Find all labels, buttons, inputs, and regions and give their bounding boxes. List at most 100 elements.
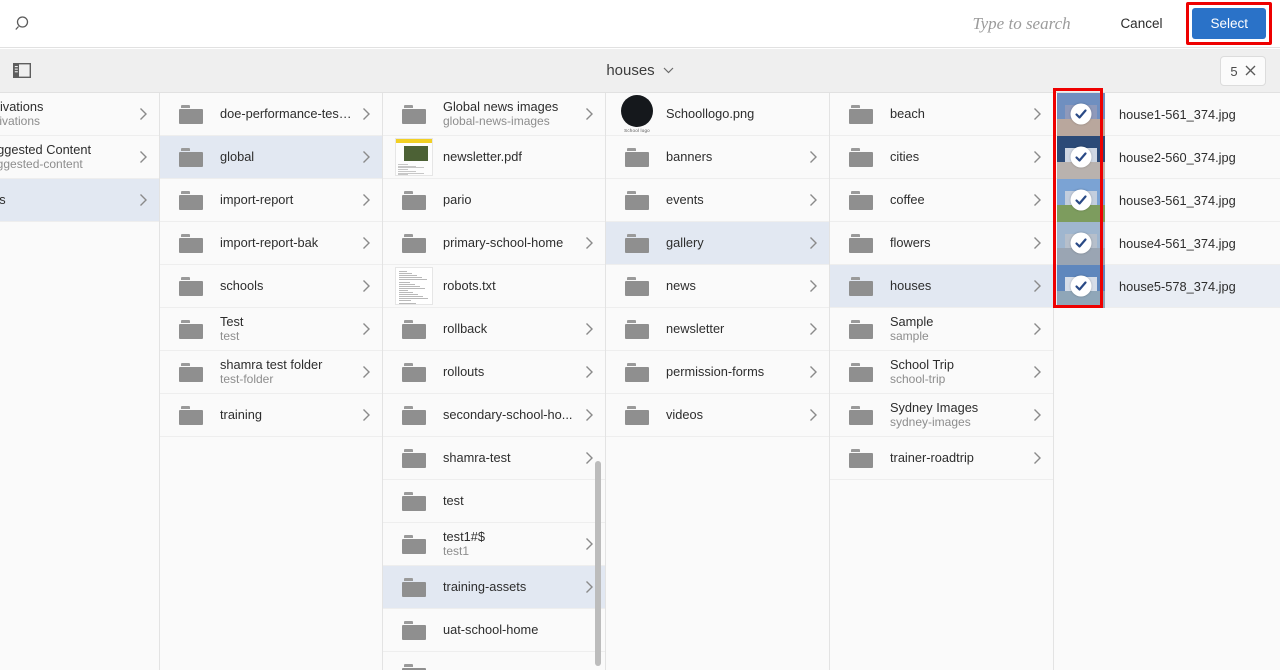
expand-chevron[interactable] bbox=[805, 193, 821, 207]
list-item[interactable]: robots.txt bbox=[383, 265, 605, 308]
list-item[interactable]: schools bbox=[160, 265, 382, 308]
list-item[interactable]: coffee bbox=[830, 179, 1053, 222]
asset-thumbnail[interactable] bbox=[1057, 135, 1105, 179]
check-icon[interactable] bbox=[1070, 275, 1092, 297]
list-item[interactable]: newsletter.pdf bbox=[383, 136, 605, 179]
expand-chevron[interactable] bbox=[358, 365, 374, 379]
asset-thumbnail[interactable] bbox=[1057, 178, 1105, 222]
list-item[interactable]: uggested Contentuggested-content bbox=[0, 136, 159, 179]
list-item[interactable]: newsletter bbox=[606, 308, 829, 351]
expand-chevron[interactable] bbox=[1029, 193, 1045, 207]
expand-chevron[interactable] bbox=[805, 236, 821, 250]
list-item[interactable]: secondary-school-ho... bbox=[383, 394, 605, 437]
list-item[interactable]: School Trip school-trip bbox=[830, 351, 1053, 394]
list-item[interactable]: test1#$ test1 bbox=[383, 523, 605, 566]
list-item[interactable]: ctivationsctivations bbox=[0, 93, 159, 136]
asset-thumbnail[interactable] bbox=[1057, 93, 1105, 136]
expand-chevron[interactable] bbox=[1029, 107, 1045, 121]
column-1[interactable]: ctivationsctivations uggested Contentugge… bbox=[0, 93, 160, 670]
check-icon[interactable] bbox=[1070, 103, 1092, 125]
list-item[interactable]: global bbox=[160, 136, 382, 179]
asset-list-item[interactable]: house3-561_374.jpg bbox=[1054, 178, 1280, 222]
expand-chevron[interactable] bbox=[805, 150, 821, 164]
list-item[interactable]: doe-performance-testing bbox=[160, 93, 382, 136]
list-item[interactable]: import-report-bak bbox=[160, 222, 382, 265]
list-item[interactable]: gallery bbox=[606, 222, 829, 265]
close-icon[interactable] bbox=[1245, 65, 1256, 78]
column-4[interactable]: School logo Schoollogo.png banners events ga… bbox=[606, 93, 830, 670]
list-item[interactable]: Sample sample bbox=[830, 308, 1053, 351]
expand-chevron[interactable] bbox=[358, 408, 374, 422]
expand-chevron[interactable] bbox=[805, 408, 821, 422]
expand-chevron[interactable] bbox=[1029, 451, 1045, 465]
expand-chevron[interactable] bbox=[581, 408, 597, 422]
column-5[interactable]: beach cities coffee flowers houses Sample samp… bbox=[830, 93, 1054, 670]
search-icon[interactable] bbox=[0, 0, 48, 48]
asset-list-item[interactable]: house4-561_374.jpg bbox=[1054, 221, 1280, 265]
list-item[interactable]: rollback bbox=[383, 308, 605, 351]
expand-chevron[interactable] bbox=[1029, 408, 1045, 422]
panel-toggle-icon[interactable] bbox=[0, 49, 44, 93]
expand-chevron[interactable] bbox=[805, 279, 821, 293]
list-item[interactable]: test bbox=[383, 480, 605, 523]
asset-thumbnail[interactable] bbox=[1057, 221, 1105, 265]
column-6-assets[interactable]: house1-561_374.jpg house2-560_374.jpg hous… bbox=[1054, 93, 1280, 670]
list-item[interactable]: beach bbox=[830, 93, 1053, 136]
list-item[interactable]: uat-school-home bbox=[383, 609, 605, 652]
expand-chevron[interactable] bbox=[358, 322, 374, 336]
expand-chevron[interactable] bbox=[581, 365, 597, 379]
list-item[interactable]: trainer-roadtrip bbox=[830, 437, 1053, 480]
expand-chevron[interactable] bbox=[1029, 236, 1045, 250]
select-button[interactable]: Select bbox=[1192, 7, 1266, 40]
list-item[interactable]: import-report bbox=[160, 179, 382, 222]
list-item[interactable]: flowers bbox=[830, 222, 1053, 265]
chevron-down-icon[interactable] bbox=[663, 67, 674, 74]
check-icon[interactable] bbox=[1070, 146, 1092, 168]
expand-chevron[interactable] bbox=[1029, 365, 1045, 379]
list-item[interactable]: School logo Schoollogo.png bbox=[606, 93, 829, 136]
selection-count-pill[interactable]: 5 bbox=[1220, 56, 1266, 86]
list-item[interactable]: z bbox=[383, 652, 605, 670]
search-input[interactable] bbox=[972, 8, 1093, 39]
list-item[interactable]: Sydney Images sydney-images bbox=[830, 394, 1053, 437]
expand-chevron[interactable] bbox=[805, 365, 821, 379]
expand-chevron[interactable] bbox=[358, 150, 374, 164]
list-item[interactable]: training-assets bbox=[383, 566, 605, 609]
list-item[interactable]: training bbox=[160, 394, 382, 437]
expand-chevron[interactable] bbox=[581, 236, 597, 250]
cancel-button[interactable]: Cancel bbox=[1110, 10, 1172, 37]
expand-chevron[interactable] bbox=[358, 107, 374, 121]
list-item[interactable]: ws bbox=[0, 179, 159, 222]
list-item[interactable]: permission-forms bbox=[606, 351, 829, 394]
list-item[interactable]: Test test bbox=[160, 308, 382, 351]
list-item[interactable]: shamra test folder test-folder bbox=[160, 351, 382, 394]
list-item[interactable]: shamra-test bbox=[383, 437, 605, 480]
expand-chevron[interactable] bbox=[805, 322, 821, 336]
list-item[interactable]: Global news images global-news-images bbox=[383, 93, 605, 136]
asset-list-item[interactable]: house5-578_374.jpg bbox=[1054, 264, 1280, 308]
list-item[interactable]: videos bbox=[606, 394, 829, 437]
expand-chevron[interactable] bbox=[135, 150, 151, 164]
expand-chevron[interactable] bbox=[135, 107, 151, 121]
expand-chevron[interactable] bbox=[581, 107, 597, 121]
check-icon[interactable] bbox=[1070, 232, 1092, 254]
asset-list-item[interactable]: house2-560_374.jpg bbox=[1054, 135, 1280, 179]
expand-chevron[interactable] bbox=[1029, 150, 1045, 164]
list-item[interactable]: houses bbox=[830, 265, 1053, 308]
expand-chevron[interactable] bbox=[1029, 279, 1045, 293]
expand-chevron[interactable] bbox=[358, 193, 374, 207]
column-2[interactable]: doe-performance-testing global import-repo… bbox=[160, 93, 383, 670]
asset-thumbnail[interactable] bbox=[1057, 264, 1105, 308]
asset-list-item[interactable]: house1-561_374.jpg bbox=[1054, 93, 1280, 136]
list-item[interactable]: cities bbox=[830, 136, 1053, 179]
list-item[interactable]: pario bbox=[383, 179, 605, 222]
column-3-scrollbar[interactable] bbox=[595, 461, 601, 666]
expand-chevron[interactable] bbox=[1029, 322, 1045, 336]
list-item[interactable]: banners bbox=[606, 136, 829, 179]
breadcrumb-current-folder[interactable]: houses bbox=[606, 62, 654, 79]
list-item[interactable]: primary-school-home bbox=[383, 222, 605, 265]
list-item[interactable]: news bbox=[606, 265, 829, 308]
expand-chevron[interactable] bbox=[135, 193, 151, 207]
list-item[interactable]: events bbox=[606, 179, 829, 222]
check-icon[interactable] bbox=[1070, 189, 1092, 211]
